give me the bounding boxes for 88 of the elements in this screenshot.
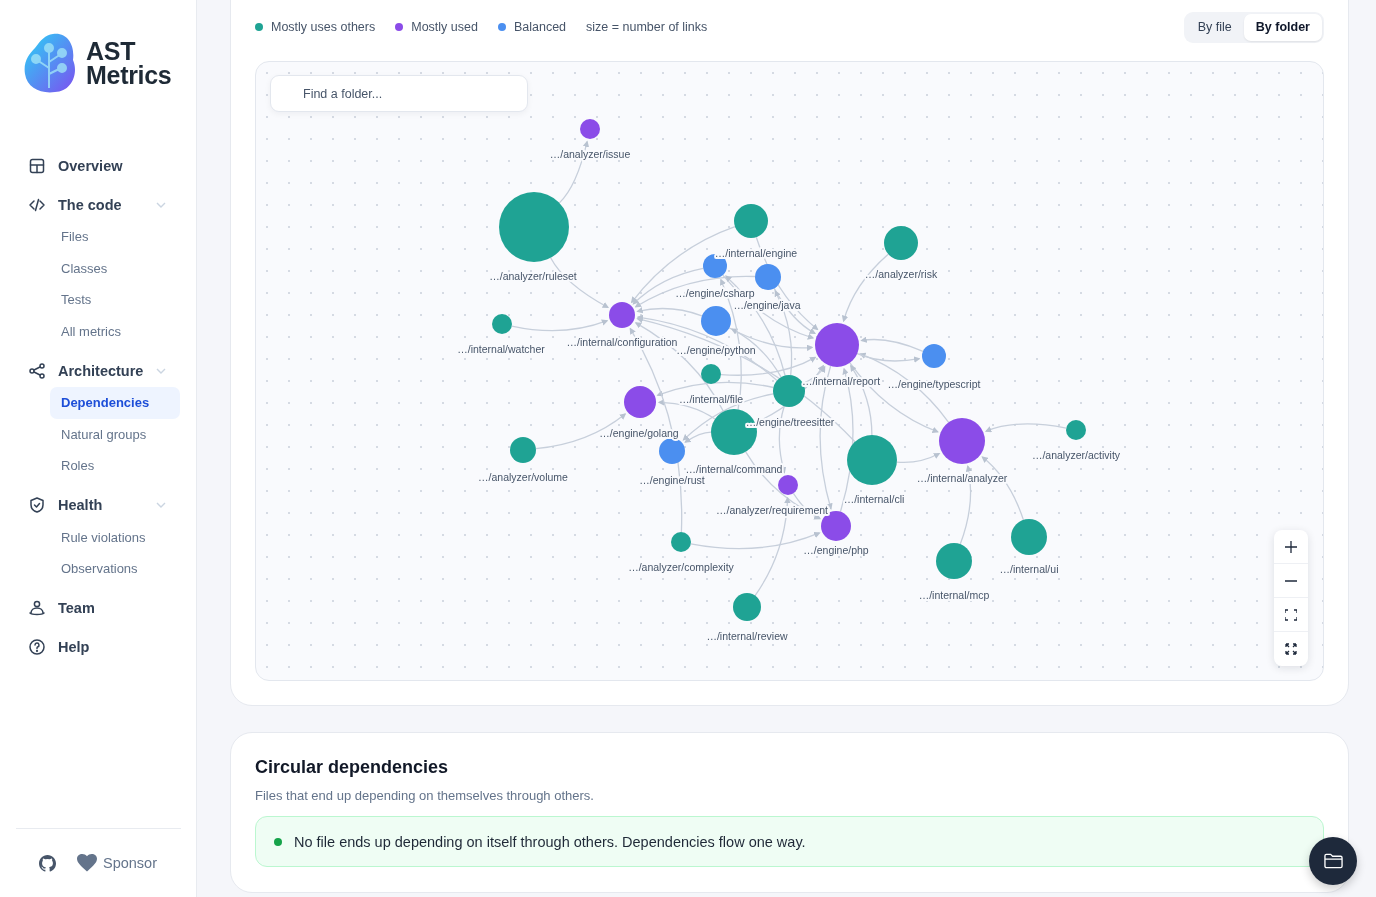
node-label: …/internal/report [801, 375, 881, 387]
nav-item[interactable]: The code [28, 185, 180, 224]
folder-node[interactable] [492, 314, 512, 334]
node-label: …/analyzer/ruleset [489, 270, 577, 282]
view-tab[interactable]: By file [1185, 13, 1244, 41]
nav-item[interactable]: Team [28, 588, 180, 628]
legend-label: Mostly uses others [271, 20, 376, 34]
folder-node[interactable] [1011, 519, 1047, 555]
folder-node[interactable] [671, 532, 691, 552]
nav-subitem[interactable]: Roles [50, 450, 180, 482]
nav-subitem[interactable]: Dependencies [50, 387, 180, 419]
minus-icon [1285, 579, 1297, 582]
expand-icon [1285, 643, 1297, 655]
folder-node[interactable] [1066, 420, 1086, 440]
node-label: …/internal/engine [714, 247, 798, 259]
nav-subitem[interactable]: Observations [50, 553, 180, 585]
folder-node[interactable] [939, 418, 985, 464]
node-label: …/internal/watcher [457, 343, 545, 355]
folder-node[interactable] [733, 593, 761, 621]
search-field[interactable]: Find a folder... [270, 75, 528, 112]
node-label: …/engine/csharp [675, 287, 755, 299]
folder-node[interactable] [609, 302, 635, 328]
folder-node[interactable] [580, 119, 600, 139]
node-label: …/internal/ui [999, 563, 1059, 575]
node-label: …/analyzer/complexity [628, 561, 734, 573]
folder-node[interactable] [847, 435, 897, 485]
folder-node[interactable] [734, 204, 768, 238]
folder-node[interactable] [755, 264, 781, 290]
nav-item[interactable]: Overview [28, 146, 180, 185]
dependency-arrow [896, 452, 941, 464]
sponsor-link[interactable]: Sponsor [77, 854, 157, 872]
frame-icon [1285, 608, 1297, 621]
node-label: …/analyzer/requirement [715, 504, 829, 516]
legend-label: Mostly used [411, 20, 478, 34]
nav-subitem[interactable]: Tests [50, 284, 180, 316]
node-label: …/engine/rust [639, 474, 705, 486]
nav-subitem[interactable]: Files [50, 221, 180, 253]
node-label: …/internal/cli [843, 493, 905, 505]
node-label: …/analyzer/risk [864, 268, 938, 280]
nav-subitem[interactable]: All metrics [50, 315, 180, 347]
node-label: …/internal/mcp [918, 589, 990, 601]
folder-node[interactable] [778, 475, 798, 495]
node-label: …/internal/analyzer [916, 472, 1008, 484]
logo-icon [23, 32, 77, 94]
node-label: …/engine/golang [599, 427, 679, 439]
github-icon[interactable] [39, 854, 56, 872]
node-label: …/internal/review [706, 630, 788, 642]
view-tab[interactable]: By folder [1243, 13, 1322, 41]
folder-node[interactable] [815, 323, 859, 367]
node-label: …/engine/typescript [887, 378, 981, 390]
heart-icon [77, 854, 97, 872]
nav-subitem[interactable]: Natural groups [50, 418, 180, 450]
overview-icon [28, 156, 46, 175]
node-label: …/analyzer/issue [549, 148, 631, 160]
nav-subitem[interactable]: Classes [50, 252, 180, 284]
folder-node[interactable] [624, 386, 656, 418]
node-label: …/engine/python [676, 344, 756, 356]
folder-node[interactable] [701, 306, 731, 336]
folder-node[interactable] [936, 543, 972, 579]
alert-message: No file ends up depending on itself through others. Dependencies flow one way. [294, 833, 806, 850]
team-icon [28, 599, 46, 617]
folder-node[interactable] [922, 344, 946, 368]
node-label: …/internal/configuration [566, 336, 678, 348]
shield-icon [28, 496, 46, 514]
nav-item[interactable]: Help [28, 627, 180, 667]
node-label: …/internal/command [685, 463, 783, 475]
folder-node[interactable] [701, 364, 721, 384]
help-icon [28, 638, 46, 656]
node-label: …/engine/java [733, 299, 801, 311]
brand-name: AST Metrics [86, 39, 172, 87]
plus-icon [1285, 540, 1297, 553]
folder-node[interactable] [884, 226, 918, 260]
folder-node[interactable] [659, 438, 685, 464]
status-dot [274, 837, 282, 846]
node-label: …/engine/php [803, 544, 869, 556]
folder-icon [1323, 853, 1343, 869]
node-label: …/internal/file [678, 393, 744, 405]
share-icon [28, 361, 46, 380]
node-label: …/analyzer/activity [1031, 449, 1121, 461]
section-title: Circular dependencies [255, 757, 450, 779]
legend-note: size = number of links [586, 20, 708, 34]
folder-node[interactable] [510, 437, 536, 463]
nav-item[interactable]: Architecture [28, 351, 180, 390]
node-label: …/analyzer/volume [478, 471, 568, 483]
legend-label: Balanced [513, 20, 567, 34]
section-subtitle: Files that end up depending on themselves through others. [255, 788, 595, 803]
folder-node[interactable] [499, 192, 569, 262]
folder-node[interactable] [773, 375, 805, 407]
